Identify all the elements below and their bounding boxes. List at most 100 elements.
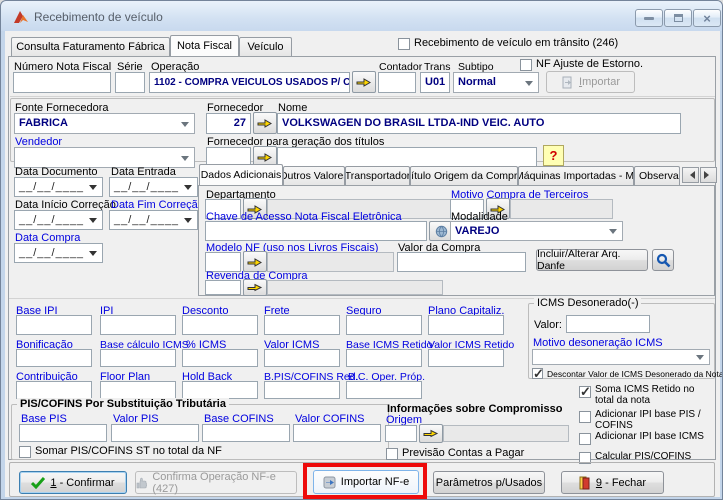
descontar-icms-checkbox[interactable]: Descontar Valor de ICMS Desonerado da No…	[532, 368, 723, 379]
button-label: Incluir/Alterar Arq. Danfe	[537, 248, 647, 272]
valor-icms-retido-input[interactable]	[428, 349, 504, 367]
checkbox-box[interactable]	[579, 411, 591, 423]
icms-desonerado-valor-input[interactable]	[566, 315, 650, 333]
checkbox-box[interactable]	[398, 38, 410, 50]
base-cofins-input[interactable]	[202, 424, 290, 442]
ipi-input[interactable]	[100, 315, 176, 335]
minimize-button[interactable]	[635, 9, 663, 27]
tab-scroll-left-button[interactable]	[682, 167, 699, 183]
base-pis-input[interactable]	[19, 424, 107, 442]
base-calculo-icms-input[interactable]	[100, 349, 176, 367]
modalidade-value: VAREJO	[451, 222, 622, 240]
valor-cofins-input[interactable]	[293, 424, 381, 442]
tab-label: Outros Valores	[283, 170, 345, 182]
tab-titulo-origem-compra[interactable]: Título Origem da Compra	[410, 166, 518, 185]
tab-dados-adicionais[interactable]: Dados Adicionais	[199, 164, 283, 185]
exit-door-icon	[579, 476, 591, 490]
app-icon	[13, 9, 29, 25]
fornecedor-input[interactable]: 27	[206, 113, 251, 134]
base-icms-retido-input[interactable]	[346, 349, 422, 367]
minimize-icon	[644, 17, 654, 20]
plano-capitaliz-input[interactable]	[428, 315, 504, 335]
origem-lookup-button[interactable]	[419, 424, 443, 443]
hold-back-input[interactable]	[182, 381, 258, 399]
checkbox-box[interactable]	[386, 448, 398, 460]
origem-input[interactable]	[385, 425, 417, 442]
seguro-input[interactable]	[346, 315, 422, 335]
motivo-desoneracao-select[interactable]	[532, 349, 710, 365]
tab-maquinas-importadas[interactable]: Máquinas Importadas - MI	[518, 166, 634, 185]
data-documento-input[interactable]: __/__/____	[14, 177, 103, 197]
bc-oper-prop-input[interactable]	[346, 381, 422, 399]
bonificacao-input[interactable]	[16, 349, 92, 367]
contador-input[interactable]	[378, 72, 416, 93]
floor-plan-input[interactable]	[100, 381, 176, 399]
incluir-danfe-button[interactable]: Incluir/Alterar Arq. Danfe	[536, 249, 648, 271]
valor-pis-input[interactable]	[111, 424, 199, 442]
desconto-input[interactable]	[182, 315, 258, 335]
subtipo-select[interactable]: Normal	[453, 72, 539, 93]
tab-nota-fiscal[interactable]: Nota Fiscal	[170, 35, 239, 56]
operacao-field[interactable]: 1102 - COMPRA VEICULOS USADOS P/ COMEI	[149, 72, 350, 93]
tab-consulta-faturamento-fabrica[interactable]: Consulta Faturamento Fábrica	[11, 37, 170, 56]
data-entrada-input[interactable]: __/__/____	[109, 177, 198, 197]
tab-veiculo[interactable]: Veículo	[239, 37, 292, 56]
close-button[interactable]: ×	[693, 9, 721, 27]
checkbox-box[interactable]	[520, 59, 532, 71]
frete-input[interactable]	[264, 315, 340, 335]
soma-icms-retido-checkbox[interactable]: Soma ICMS Retido no total da nota	[579, 384, 715, 406]
chevron-down-icon	[609, 229, 617, 238]
revenda-compra-lookup-button[interactable]	[243, 279, 267, 296]
numero-nota-input[interactable]	[13, 72, 111, 93]
parametros-usados-button[interactable]: Parâmetros p/Usados	[433, 471, 545, 494]
modelo-nf-nome-field	[267, 252, 394, 272]
button-label: 9 - Fechar	[596, 477, 646, 489]
fornecedor-lookup-button[interactable]	[253, 112, 277, 134]
importar-button[interactable]: Importar	[546, 71, 635, 93]
base-ipi-input[interactable]	[16, 315, 92, 335]
valor-compra-input[interactable]	[397, 252, 526, 272]
fornecedor-titulos-nome-field	[277, 147, 537, 168]
data-inicio-correcao-input[interactable]: __/__/____	[14, 210, 103, 230]
search-icon	[656, 253, 671, 268]
vendedor-select[interactable]	[14, 147, 195, 168]
modelo-nf-lookup-button[interactable]	[243, 251, 267, 272]
confirma-operacao-nfe-button[interactable]: Confirma Operação NF-e (427)	[135, 471, 297, 494]
checkbox-box[interactable]	[579, 386, 591, 398]
modelo-nf-input[interactable]	[205, 252, 241, 272]
thumb-up-icon	[136, 477, 147, 489]
confirmar-button[interactable]: 1 - Confirmar	[19, 471, 127, 494]
b-pis-cofins-red-input[interactable]	[264, 381, 340, 399]
tab-outros-valores[interactable]: Outros Valores	[283, 166, 345, 185]
fonte-fornecedora-select[interactable]: FABRICA	[14, 113, 195, 134]
checkbox-box[interactable]	[579, 433, 591, 445]
checkbox-box[interactable]	[19, 446, 31, 458]
adicionar-ipi-icms-checkbox[interactable]: Adicionar IPI base ICMS	[579, 431, 715, 445]
maximize-button[interactable]	[664, 9, 692, 27]
nf-ajuste-checkbox[interactable]: NF Ajuste de Estorno.	[520, 59, 643, 71]
valor-icms-input[interactable]	[264, 349, 340, 367]
transit-checkbox[interactable]: Recebimento de veículo em trânsito (246)	[398, 38, 618, 50]
previsao-contas-checkbox[interactable]: Previsão Contas a Pagar	[386, 448, 524, 460]
serie-input[interactable]	[115, 72, 145, 93]
tab-observacoes[interactable]: Observaç	[634, 166, 680, 185]
tab-scroll-right-button[interactable]	[700, 167, 717, 183]
checkbox-box[interactable]	[532, 368, 543, 379]
tab-transportador[interactable]: Transportador	[345, 166, 410, 185]
triangle-right-icon	[704, 171, 713, 179]
adicionar-ipi-pis-cofins-checkbox[interactable]: Adicionar IPI base PIS / COFINS	[579, 409, 715, 431]
somar-pis-cofins-checkbox[interactable]: Somar PIS/COFINS ST no total da NF	[19, 446, 222, 458]
title-bar[interactable]: Recebimento de veículo ×	[1, 1, 723, 31]
contribuicao-input[interactable]	[16, 381, 92, 399]
revenda-compra-input[interactable]	[205, 280, 241, 295]
help-button[interactable]: ?	[543, 145, 564, 166]
operacao-lookup-button[interactable]	[352, 71, 376, 93]
search-danfe-button[interactable]	[652, 249, 674, 271]
trans-field: U01	[420, 72, 450, 93]
modalidade-select[interactable]: VAREJO	[450, 221, 623, 241]
data-compra-input[interactable]: __/__/____	[14, 243, 103, 263]
chave-acesso-input[interactable]	[205, 221, 427, 241]
data-fim-correcao-input[interactable]: __/__/____	[109, 210, 198, 230]
pct-icms-input[interactable]	[182, 349, 258, 367]
fechar-button[interactable]: 9 - Fechar	[561, 471, 664, 494]
